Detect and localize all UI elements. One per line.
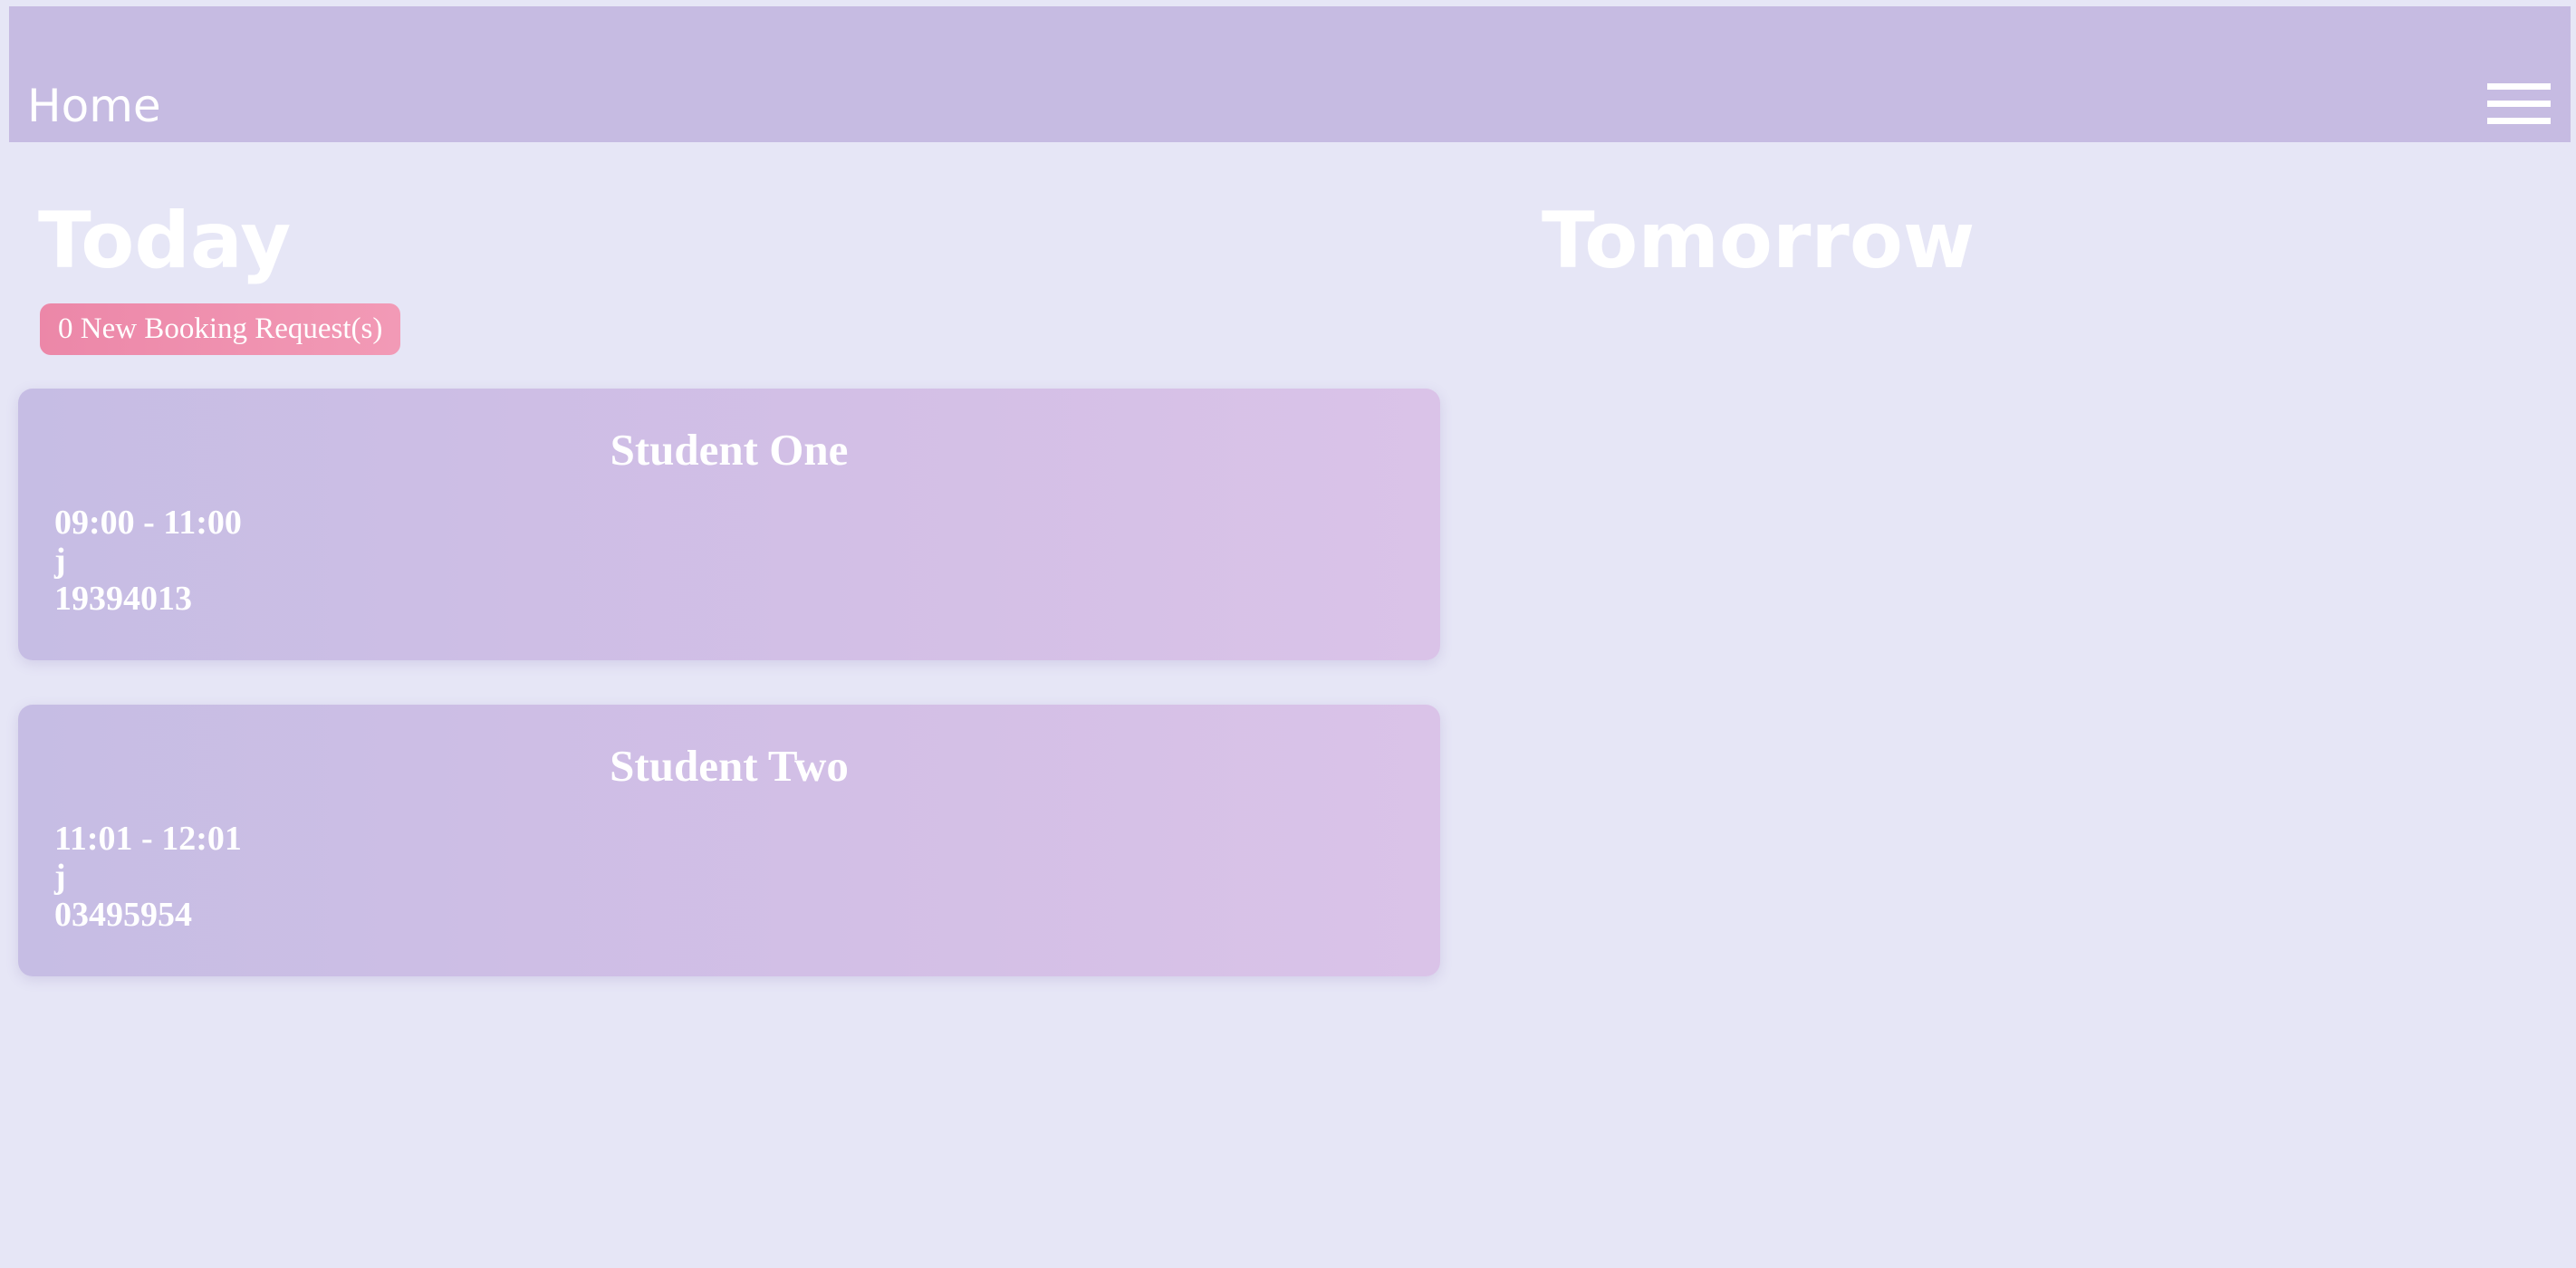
student-name: Student One bbox=[610, 425, 849, 475]
booking-details: 09:00 - 11:00 j 19394013 bbox=[54, 504, 242, 618]
booking-note: j bbox=[54, 542, 66, 580]
new-booking-requests-button[interactable]: 0 New Booking Request(s) bbox=[40, 303, 401, 355]
booking-card[interactable]: Student One 09:00 - 11:00 j 19394013 bbox=[18, 389, 1440, 660]
hamburger-menu-icon[interactable] bbox=[2487, 79, 2551, 130]
menu-bar-line bbox=[2487, 118, 2551, 124]
booking-details: 11:01 - 12:01 j 03495954 bbox=[54, 820, 242, 934]
booking-phone: 19394013 bbox=[54, 580, 192, 618]
booking-time: 11:01 - 12:01 bbox=[54, 820, 242, 858]
top-bar: Home bbox=[9, 6, 2571, 142]
menu-bar-line bbox=[2487, 83, 2551, 90]
student-name: Student Two bbox=[610, 741, 849, 791]
booking-note: j bbox=[54, 858, 66, 896]
tomorrow-heading: Tomorrow bbox=[1542, 196, 1975, 286]
booking-phone: 03495954 bbox=[54, 896, 192, 934]
booking-time: 09:00 - 11:00 bbox=[54, 504, 242, 542]
menu-bar-line bbox=[2487, 101, 2551, 107]
page-title: Home bbox=[27, 80, 161, 132]
today-heading: Today bbox=[38, 196, 292, 286]
booking-card[interactable]: Student Two 11:01 - 12:01 j 03495954 bbox=[18, 705, 1440, 976]
